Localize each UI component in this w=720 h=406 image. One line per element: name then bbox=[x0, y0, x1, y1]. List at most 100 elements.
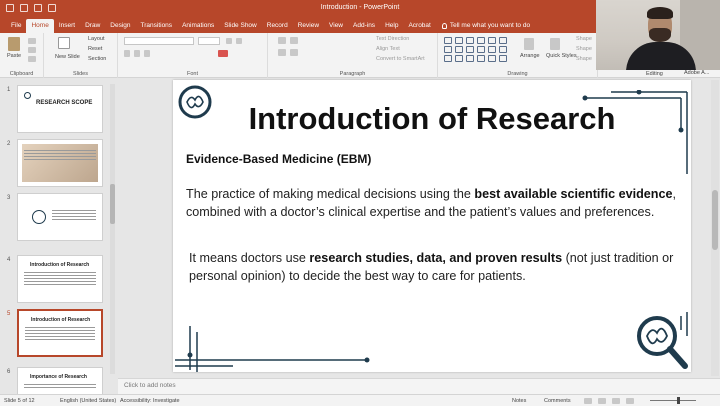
tell-me-label: Tell me what you want to do bbox=[449, 22, 531, 29]
reset-button[interactable]: Reset bbox=[88, 46, 102, 52]
new-slide-label[interactable]: New Slide bbox=[55, 54, 80, 60]
font-size-combo[interactable] bbox=[198, 37, 220, 45]
tab-add-ins[interactable]: Add-ins bbox=[348, 19, 380, 33]
bullets-icon[interactable] bbox=[278, 37, 286, 44]
thumbnail-slide-1[interactable]: 1 RESEARCH SCOPE bbox=[4, 85, 116, 133]
arrange-button[interactable]: Arrange bbox=[520, 53, 540, 59]
italic-icon[interactable] bbox=[134, 50, 140, 57]
shape-effects-button[interactable]: Shape bbox=[576, 56, 592, 62]
align-left-icon[interactable] bbox=[278, 49, 286, 56]
slide-paragraph-2[interactable]: It means doctors use research studies, d… bbox=[189, 249, 689, 285]
new-slide-icon[interactable] bbox=[58, 37, 70, 49]
status-bar: Slide 5 of 12 English (United States) Ac… bbox=[0, 394, 720, 406]
shapes-gallery[interactable] bbox=[444, 37, 508, 62]
bold-icon[interactable] bbox=[124, 50, 130, 57]
slide-paragraph-1[interactable]: The practice of making medical decisions… bbox=[186, 185, 686, 221]
thumbnail-slide-6[interactable]: 6 Importance of Research bbox=[4, 367, 116, 397]
thumbnail-title: RESEARCH SCOPE bbox=[36, 100, 93, 106]
group-drawing: Arrange Quick Styles Shape Shape Shape D… bbox=[438, 33, 598, 78]
lightbulb-icon bbox=[441, 23, 447, 29]
copy-icon[interactable] bbox=[28, 47, 36, 53]
notes-pane[interactable]: Click to add notes bbox=[118, 378, 720, 394]
slide-count: Slide 5 of 12 bbox=[4, 398, 35, 404]
tab-draw[interactable]: Draw bbox=[80, 19, 105, 33]
group-label-adobe: Adobe A... bbox=[684, 70, 710, 76]
reading-view-icon[interactable] bbox=[612, 398, 620, 404]
align-text-button[interactable]: Align Text bbox=[376, 46, 400, 52]
slide-subtitle[interactable]: Evidence-Based Medicine (EBM) bbox=[186, 152, 371, 166]
thumbnail-number: 1 bbox=[7, 87, 11, 93]
text-direction-button[interactable]: Text Direction bbox=[376, 36, 409, 42]
shape-outline-button[interactable]: Shape bbox=[576, 46, 592, 52]
shape-fill-button[interactable]: Shape bbox=[576, 36, 592, 42]
convert-smartart-button[interactable]: Convert to SmartArt bbox=[376, 56, 425, 62]
tab-file[interactable]: File bbox=[6, 19, 26, 33]
section-button[interactable]: Section bbox=[88, 56, 106, 62]
format-painter-icon[interactable] bbox=[28, 56, 36, 62]
brain-magnifier-icon bbox=[178, 85, 212, 119]
paste-icon[interactable] bbox=[8, 37, 20, 51]
thumbnail-slide-2[interactable]: 2 bbox=[4, 139, 116, 187]
tab-record[interactable]: Record bbox=[262, 19, 293, 33]
slideshow-icon[interactable] bbox=[626, 398, 634, 404]
thumbnail-number: 2 bbox=[7, 141, 11, 147]
align-center-icon[interactable] bbox=[290, 49, 298, 56]
group-label-slides: Slides bbox=[73, 71, 88, 77]
layout-button[interactable]: Layout bbox=[88, 36, 105, 42]
quick-styles-button[interactable]: Quick Styles bbox=[546, 53, 577, 59]
font-name-combo[interactable] bbox=[124, 37, 194, 45]
tab-animations[interactable]: Animations bbox=[177, 19, 219, 33]
tab-slide-show[interactable]: Slide Show bbox=[219, 19, 262, 33]
decrease-font-icon[interactable] bbox=[236, 38, 242, 44]
decorative-lines-bottom-left bbox=[175, 326, 370, 372]
tab-transitions[interactable]: Transitions bbox=[136, 19, 178, 33]
normal-view-icon[interactable] bbox=[584, 398, 592, 404]
group-label-font: Font bbox=[186, 71, 198, 77]
increase-font-icon[interactable] bbox=[226, 38, 232, 44]
thumbnails-scrollbar[interactable] bbox=[110, 84, 115, 374]
thumbnail-number: 5 bbox=[7, 311, 11, 317]
notes-placeholder: Click to add notes bbox=[124, 382, 176, 389]
cut-icon[interactable] bbox=[28, 38, 36, 44]
tab-insert[interactable]: Insert bbox=[54, 19, 80, 33]
arrange-icon[interactable] bbox=[524, 38, 534, 50]
comments-button[interactable]: Comments bbox=[544, 398, 571, 404]
underline-icon[interactable] bbox=[144, 50, 150, 57]
language-indicator[interactable]: English (United States) bbox=[60, 398, 116, 404]
tab-acrobat[interactable]: Acrobat bbox=[403, 19, 435, 33]
tab-review[interactable]: Review bbox=[293, 19, 324, 33]
tab-view[interactable]: View bbox=[324, 19, 348, 33]
group-clipboard: Paste Clipboard bbox=[0, 33, 44, 78]
accessibility-indicator[interactable]: Accessibility: Investigate bbox=[120, 398, 180, 404]
powerpoint-window: Introduction - PowerPoint File Home Inse… bbox=[0, 0, 720, 406]
group-label-editing: Editing bbox=[646, 71, 663, 77]
zoom-slider-thumb[interactable] bbox=[677, 397, 680, 404]
thumbnail-slide-3[interactable]: 3 bbox=[4, 193, 116, 241]
thumbnail-number: 4 bbox=[7, 257, 11, 263]
zoom-slider[interactable] bbox=[650, 400, 696, 401]
thumbnail-slide-4[interactable]: 4 Introduction of Research bbox=[4, 255, 116, 303]
thumbnail-title: Introduction of Research bbox=[31, 317, 91, 323]
slide-title[interactable]: Introduction of Research bbox=[247, 101, 617, 137]
numbering-icon[interactable] bbox=[290, 37, 298, 44]
group-label-paragraph: Paragraph bbox=[339, 71, 366, 77]
tell-me-search[interactable]: Tell me what you want to do bbox=[441, 19, 531, 33]
webcam-overlay bbox=[596, 0, 720, 70]
group-label-drawing: Drawing bbox=[507, 71, 528, 77]
notes-button[interactable]: Notes bbox=[512, 398, 526, 404]
group-paragraph: Text Direction Align Text Convert to Sma… bbox=[268, 33, 438, 78]
slide-thumbnails-pane: 1 RESEARCH SCOPE 2 3 4 Introduction of R… bbox=[0, 79, 118, 397]
quick-styles-icon[interactable] bbox=[550, 38, 560, 50]
font-color-icon[interactable] bbox=[218, 50, 228, 57]
thumbnail-slide-5-selected[interactable]: 5 Introduction of Research bbox=[4, 309, 116, 357]
group-label-clipboard: Clipboard bbox=[9, 71, 34, 77]
slide-sorter-icon[interactable] bbox=[598, 398, 606, 404]
group-slides: New Slide Layout Reset Section Slides bbox=[44, 33, 118, 78]
thumbnail-title: Introduction of Research bbox=[30, 262, 90, 268]
tab-help[interactable]: Help bbox=[380, 19, 403, 33]
paste-label[interactable]: Paste bbox=[7, 53, 21, 59]
tab-design[interactable]: Design bbox=[105, 19, 135, 33]
current-slide[interactable]: Introduction of Research Evidence-Based … bbox=[173, 80, 691, 372]
tab-home[interactable]: Home bbox=[26, 19, 54, 33]
slide-scrollbar[interactable] bbox=[711, 80, 719, 376]
